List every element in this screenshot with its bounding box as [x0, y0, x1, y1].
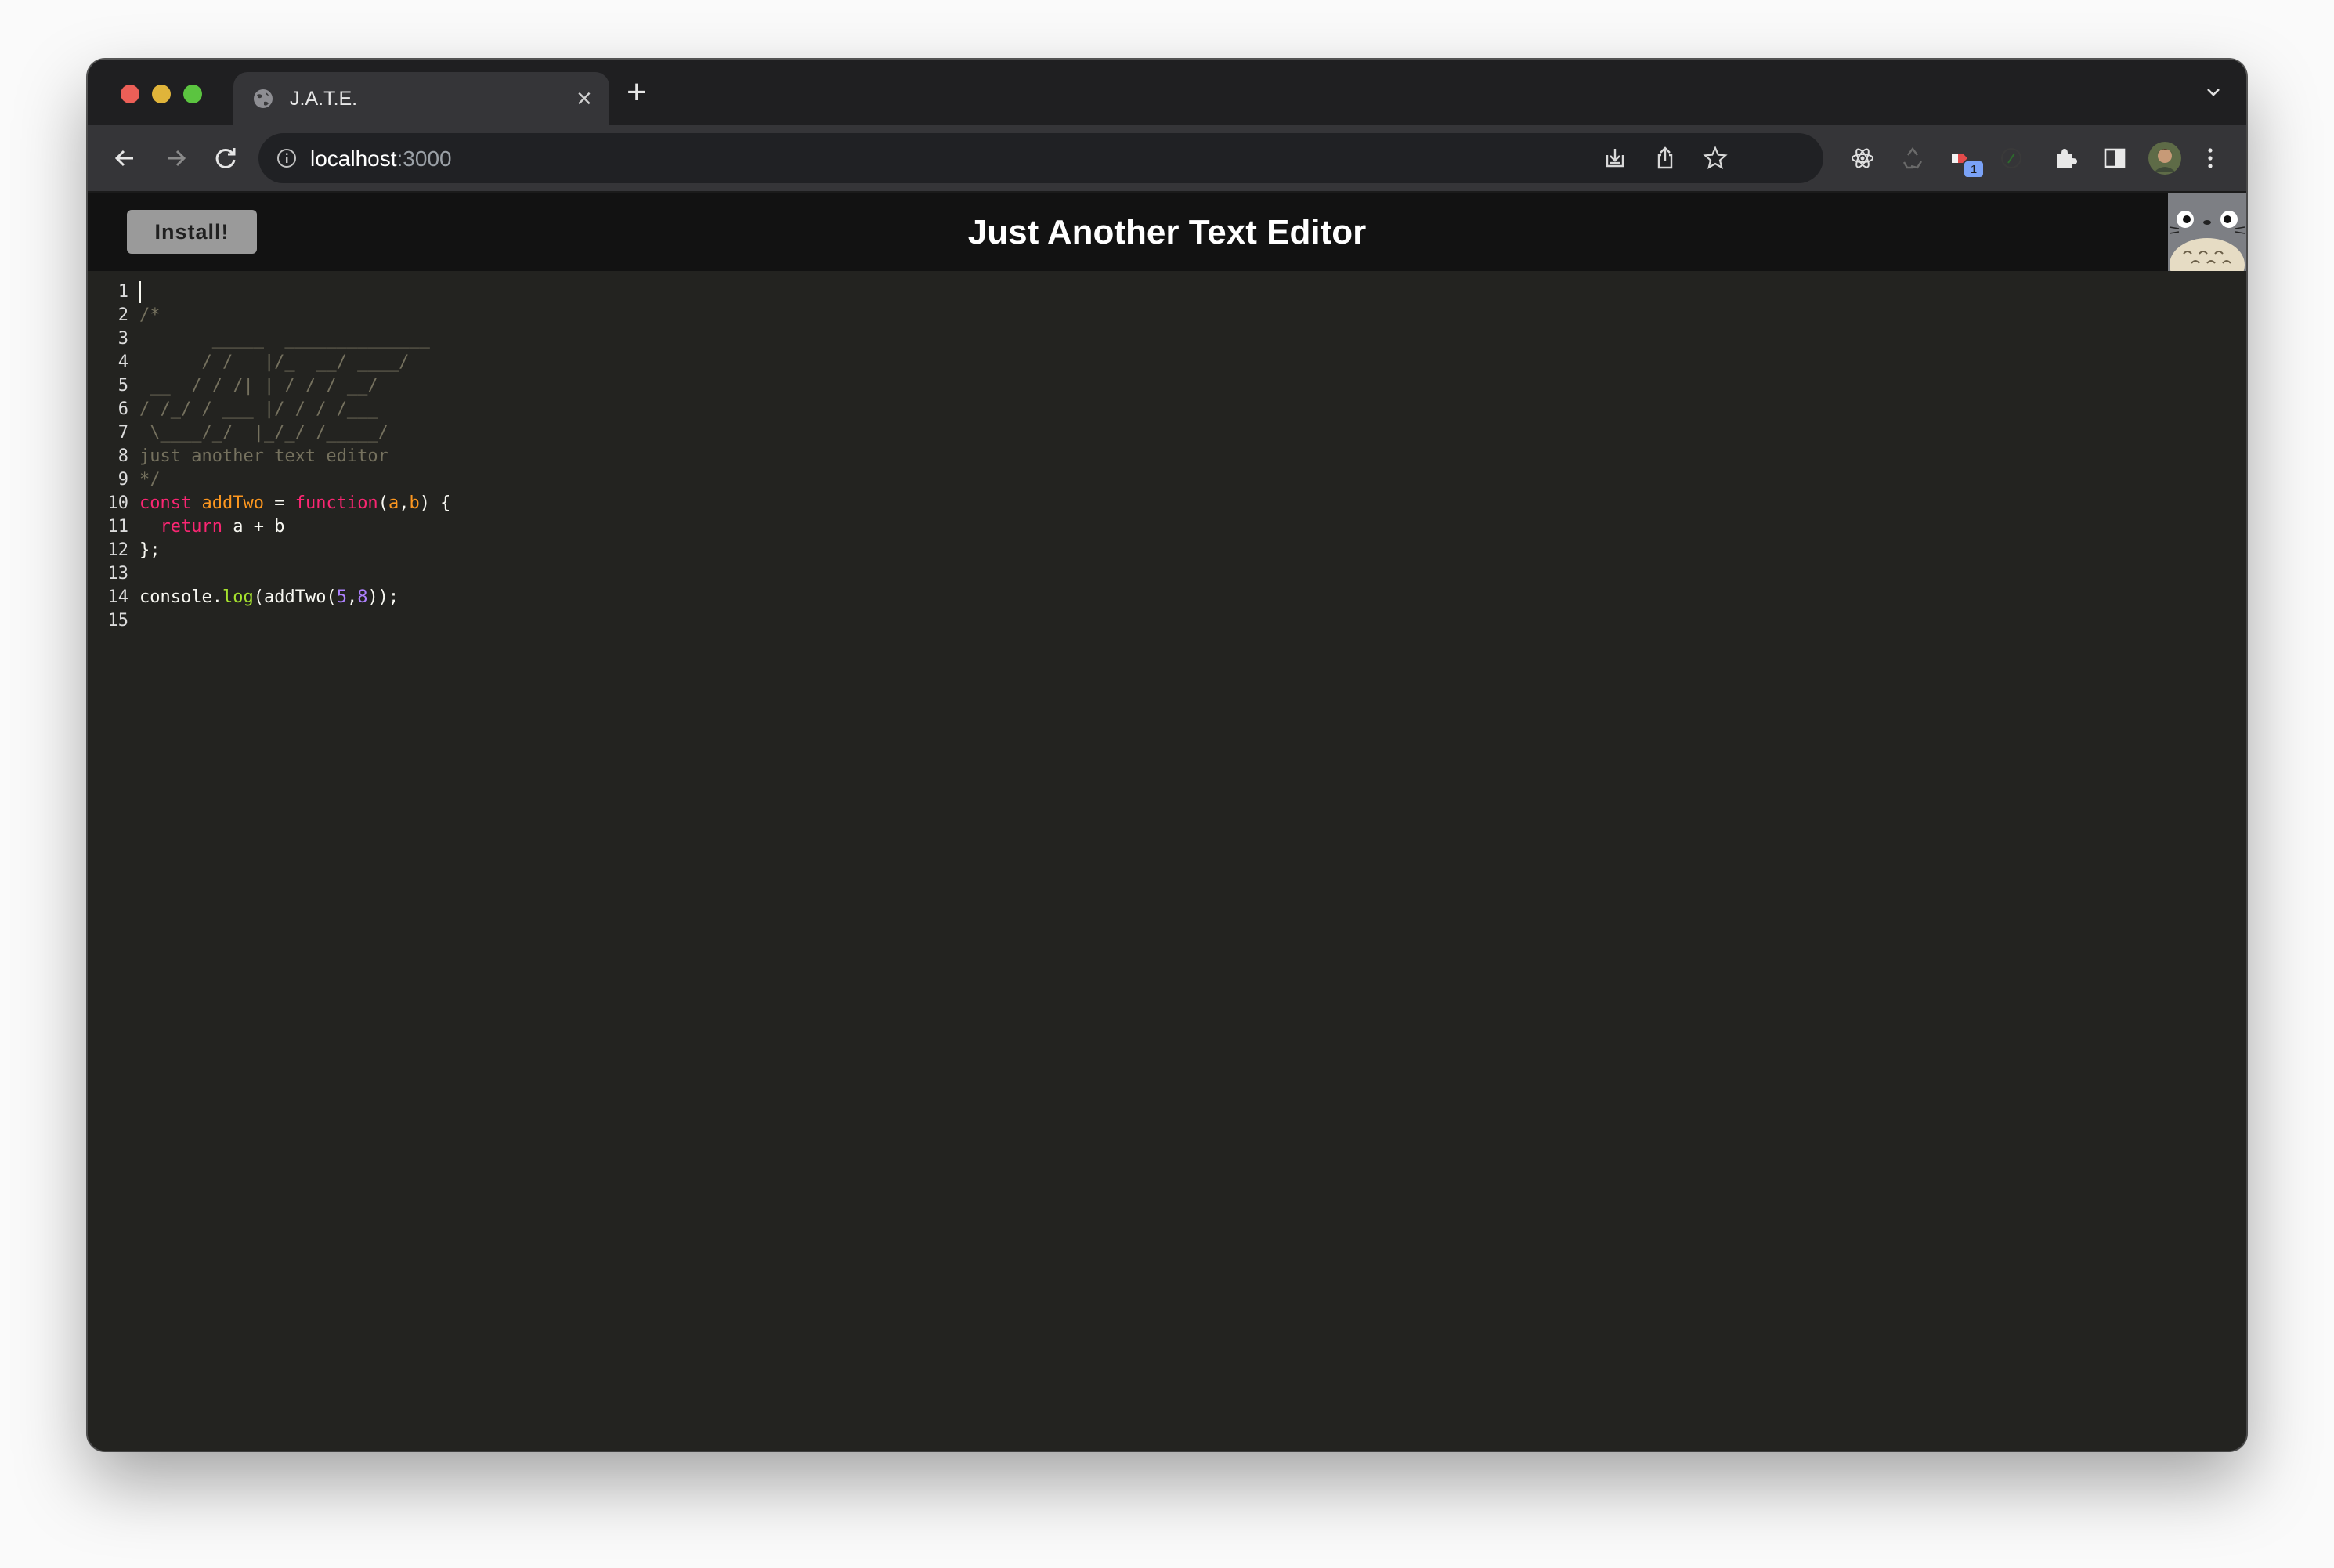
code-line-4[interactable]: / / |/_ __/ ____/ [139, 351, 450, 374]
site-info-icon[interactable] [276, 147, 298, 169]
line-number: 10 [107, 493, 129, 513]
code-line-9[interactable]: */ [139, 468, 450, 492]
address-bar[interactable]: localhost:3000 [258, 133, 1823, 183]
tab-strip: J.A.T.E. × + [88, 60, 2246, 125]
log-method: log [222, 587, 254, 607]
paren-close-brace: ) { [419, 493, 451, 513]
line-number-gutter: 1 2 3 4 5 6 7 8 9 10 11 12 13 14 15 [88, 280, 129, 633]
code-line-8[interactable]: just another text editor [139, 445, 450, 468]
return-expression: a + b [222, 517, 285, 537]
globe-icon [254, 89, 273, 108]
side-panel-icon[interactable] [2102, 146, 2127, 171]
share-icon[interactable] [1653, 146, 1678, 171]
extension-slash-icon[interactable] [1999, 146, 2024, 171]
maximize-window-button[interactable] [183, 85, 202, 103]
param-a: a [388, 493, 399, 513]
code-line-7[interactable]: \____/_/ |_/_/ /_____/ [139, 421, 450, 445]
back-arrow-icon[interactable] [108, 141, 143, 175]
recycle-extension-icon[interactable] [1900, 146, 1925, 171]
code-line-11[interactable]: return a + b [139, 515, 450, 539]
keyword-const: const [139, 493, 192, 513]
minimize-window-button[interactable] [152, 85, 171, 103]
bookmark-star-icon[interactable] [1703, 146, 1728, 171]
line-number: 4 [117, 352, 128, 372]
code-line-6[interactable]: / /_/ / ___ |/ / / /___ [139, 398, 450, 421]
new-tab-button[interactable]: + [627, 75, 647, 110]
text-cursor [139, 281, 141, 303]
line-number: 12 [107, 540, 129, 560]
paren-open: ( [378, 493, 388, 513]
puzzle-extensions-icon[interactable] [2052, 146, 2077, 171]
install-app-icon[interactable] [1602, 146, 1628, 171]
close-window-button[interactable] [121, 85, 139, 103]
line-number: 13 [107, 564, 129, 583]
line-number: 3 [117, 329, 128, 349]
close-tab-icon[interactable]: × [576, 83, 592, 114]
browser-window: J.A.T.E. × + localhost:3000 1 Install! J… [88, 60, 2246, 1451]
keyword-function: function [294, 493, 378, 513]
keyword-return: return [160, 517, 222, 537]
line-number: 14 [107, 587, 129, 607]
kebab-menu-icon[interactable] [2204, 146, 2217, 171]
code-line-14[interactable]: console.log(addTwo(5,8)); [139, 586, 450, 609]
reload-icon[interactable] [208, 141, 243, 175]
desktop-background: J.A.T.E. × + localhost:3000 1 Install! J… [0, 0, 2334, 1568]
profile-avatar-icon[interactable] [2148, 141, 2182, 175]
line-number: 8 [117, 446, 128, 466]
number-arg-1: 5 [336, 587, 347, 607]
react-devtools-icon[interactable] [1850, 146, 1875, 171]
code-line-10[interactable]: const addTwo = function(a,b) { [139, 492, 450, 515]
code-line-15[interactable] [139, 609, 450, 633]
line-number: 15 [107, 611, 129, 630]
code-editor[interactable]: 1 2 3 4 5 6 7 8 9 10 11 12 13 14 15 /* _____ _________… [88, 271, 2246, 1451]
chevron-down-icon[interactable] [2204, 83, 2223, 102]
line-number: 11 [107, 517, 129, 537]
line-number: 6 [117, 399, 128, 419]
param-b: b [409, 493, 420, 513]
tab-title: J.A.T.E. [290, 88, 358, 110]
url-port: :3000 [396, 146, 452, 171]
code-line-2[interactable]: /* [139, 304, 450, 327]
tab-jate[interactable]: J.A.T.E. × [233, 72, 609, 125]
line-number: 2 [117, 305, 128, 325]
extension-badge: 1 [1971, 163, 1977, 176]
page-title: Just Another Text Editor [967, 213, 1367, 251]
code-line-3[interactable]: _____ ______________ [139, 327, 450, 351]
url-host: localhost [310, 146, 397, 171]
code-line-12[interactable]: }; [139, 539, 450, 562]
function-name: addTwo [201, 493, 264, 513]
totoro-logo-icon [2168, 193, 2246, 271]
code-area[interactable]: /* _____ ______________ / / |/_ __/ ____… [139, 280, 450, 633]
url-text[interactable]: localhost:3000 [310, 146, 452, 172]
code-line-5[interactable]: __ / / /| | / / / __/ [139, 374, 450, 398]
assign-operator: = [263, 493, 295, 513]
browser-toolbar: localhost:3000 1 [88, 125, 2246, 193]
arg-comma: , [346, 587, 358, 607]
line-number: 5 [117, 376, 128, 396]
code-line-13[interactable] [139, 562, 450, 586]
extension-notification-icon[interactable]: 1 [1949, 146, 1985, 177]
app-navbar: Install! Just Another Text Editor [88, 193, 2246, 271]
call-open: (addTwo( [253, 587, 337, 607]
console-object: console. [139, 587, 222, 607]
line-number: 1 [117, 282, 128, 302]
line-number: 7 [117, 423, 128, 443]
call-close: )); [367, 587, 399, 607]
param-comma: , [399, 493, 410, 513]
code-line-1[interactable] [139, 280, 450, 304]
line-number: 9 [117, 470, 128, 490]
forward-arrow-icon[interactable] [158, 141, 193, 175]
number-arg-2: 8 [357, 587, 368, 607]
